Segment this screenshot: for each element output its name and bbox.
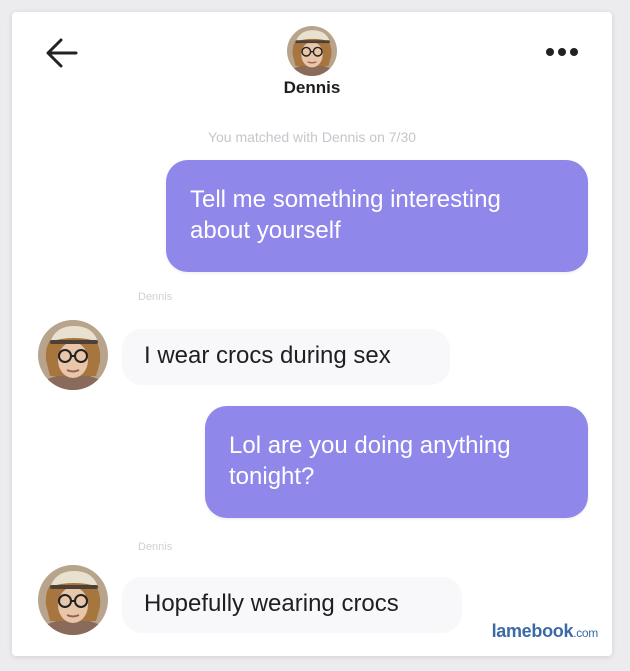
avatar-image [38,565,108,635]
watermark: lamebook.com [491,621,599,642]
match-notice: You matched with Dennis on 7/30 [207,129,417,145]
more-options-button[interactable] [542,44,582,60]
incoming-message: I wear crocs during sex [122,329,450,385]
avatar[interactable] [38,565,108,635]
sender-label: Dennis [138,541,173,553]
outgoing-message: Tell me something interesting about your… [166,160,588,272]
more-horizontal-icon [546,48,578,56]
avatar-image [284,26,340,76]
avatar-image [38,320,108,390]
contact-name[interactable]: Dennis [12,78,612,98]
back-button[interactable] [44,36,80,70]
incoming-message: Hopefully wearing crocs [122,577,462,633]
outgoing-message: Lol are you doing anything tonight? [205,406,588,518]
watermark-tld: .com [573,626,598,640]
chat-screen: Dennis You matched with Dennis on 7/30 T… [12,12,612,656]
header-avatar[interactable] [284,26,340,76]
watermark-name: lamebook [491,621,574,641]
arrow-left-icon [46,38,78,68]
sender-label: Dennis [138,291,173,303]
avatar[interactable] [38,320,108,390]
